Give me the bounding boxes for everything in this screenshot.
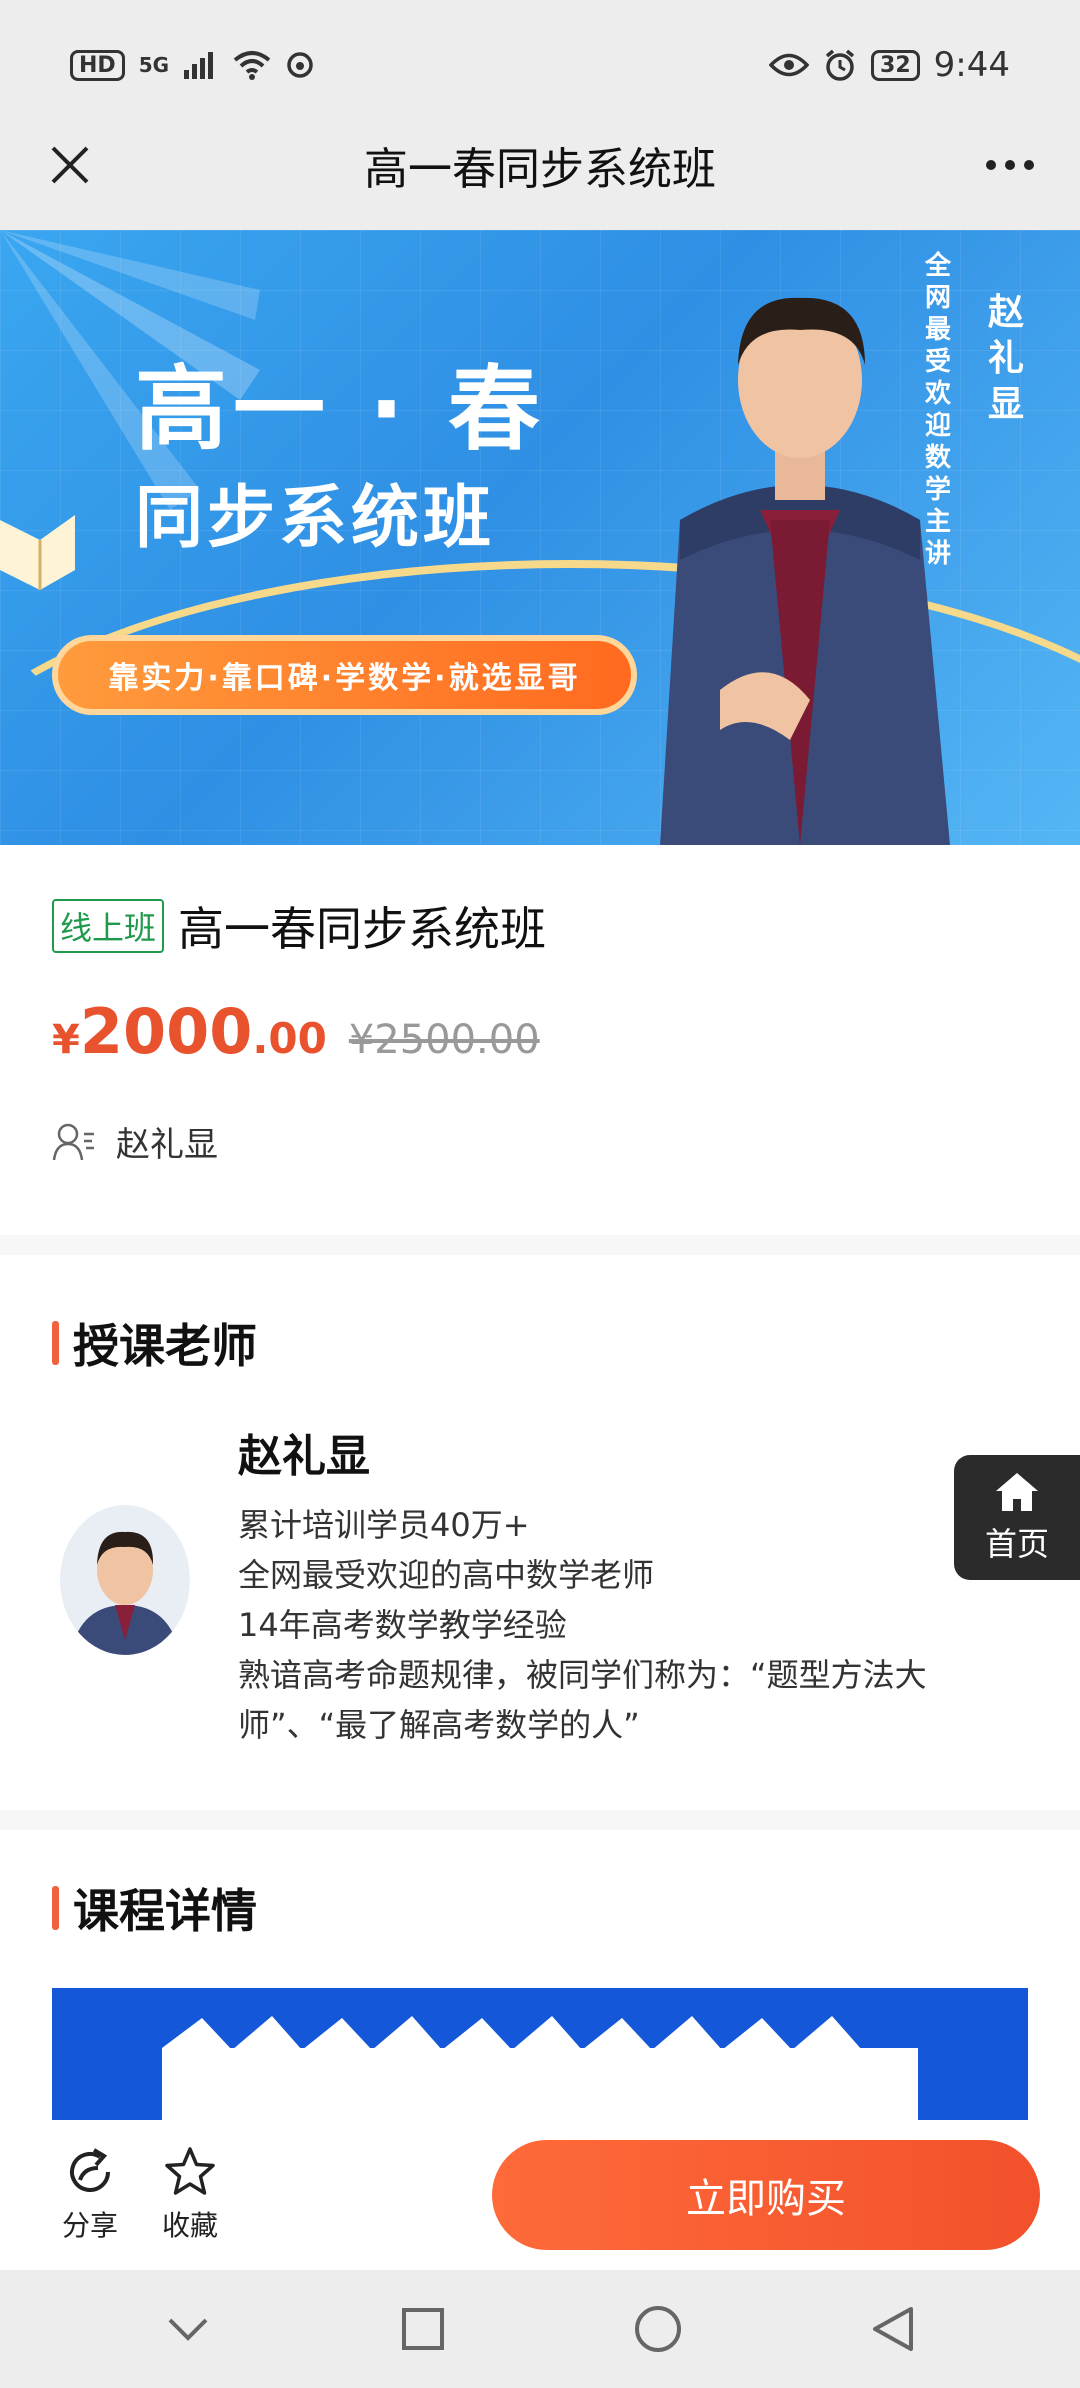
share-icon [70,2148,110,2192]
course-details-section: 课程详情 [0,1830,1080,2150]
teacher-section-header: 授课老师 [52,1310,257,1376]
section-accent-bar [52,1321,59,1365]
share-label: 分享 [61,2209,118,2242]
teacher-line: 14年高考数学教学经验 [238,1606,567,1644]
teacher-line: 累计培训学员40万+ [238,1506,530,1544]
course-teacher: 赵礼显 [52,1117,218,1166]
price-integer: 2000 [79,995,253,1068]
circle-icon [634,2306,681,2352]
home-float-button[interactable]: 首页 [954,1455,1080,1580]
home-label: 首页 [984,1524,1049,1563]
current-price: ¥2000.00 [52,995,327,1068]
course-banner: 高一 · 春 同步系统班 靠实力·靠口碑·学数学·就选显哥 赵礼显 全网最受欢迎… [0,230,1080,845]
title-bar: 高一春同步系统班 [0,100,1080,230]
teacher-section-title: 授课老师 [73,1319,257,1373]
hide-keyboard-button[interactable] [148,2289,228,2369]
page-title: 高一春同步系统班 [364,144,716,195]
alarm-icon [825,49,855,81]
status-right: 32 9:44 [769,45,1010,85]
network-label: 5G [138,53,170,77]
app-notification-icon [287,52,313,78]
teacher-avatar [60,1505,190,1655]
course-teacher-name: 赵礼显 [116,1125,218,1165]
favorite-button[interactable]: 收藏 [140,2146,240,2244]
home-icon [996,1472,1038,1511]
eye-icon [769,53,810,77]
teacher-line: 全网最受欢迎的高中数学老师 [238,1556,655,1594]
banner-tagline: 全网最受欢迎数学主讲 [924,251,951,569]
status-left: HD 5G [70,49,315,81]
course-info-card: 线上班 高一春同步系统班 ¥2000.00 ¥2500.00 赵礼显 [0,845,1080,1235]
course-title: 高一春同步系统班 [178,902,547,956]
square-icon [401,2308,444,2350]
class-type-badge: 线上班 [52,899,165,953]
price-currency: ¥ [52,1017,80,1063]
price-line: ¥2000.00 ¥2500.00 [52,995,540,1068]
back-triangle-icon [872,2307,913,2351]
bottom-action-bar: 分享 收藏 立即购买 [0,2120,1080,2270]
hd-badge: HD [70,49,125,81]
more-icon [986,160,1034,170]
original-price: ¥2500.00 [348,1017,540,1063]
wifi-icon [233,51,271,80]
star-icon [165,2147,215,2195]
banner-slogan: 靠实力·靠口碑·学数学·就选显哥 [52,635,637,715]
teacher-name: 赵礼显 [238,1431,370,1482]
system-navigation-bar [0,2270,1080,2388]
close-button[interactable] [30,125,110,205]
details-section-title: 课程详情 [73,1884,257,1938]
recents-button[interactable] [383,2289,463,2369]
price-decimal: .00 [252,1014,327,1063]
teacher-line: 熟谙高考命题规律，被同学们称为：“题型方法大师”、“最了解高考数学的人” [238,1656,927,1744]
home-system-button[interactable] [618,2289,698,2369]
share-button[interactable]: 分享 [40,2146,140,2244]
details-section-header: 课程详情 [52,1875,257,1941]
back-button[interactable] [853,2289,933,2369]
teacher-icon [52,1123,94,1160]
close-icon [51,146,89,184]
more-button[interactable] [970,125,1050,205]
banner-title: 高一 · 春 [135,356,547,463]
section-accent-bar [52,1886,59,1930]
buy-now-button[interactable]: 立即购买 [492,2140,1040,2250]
battery-indicator: 32 [871,49,920,81]
course-title-line: 线上班 高一春同步系统班 [52,893,546,959]
book-icon [0,515,75,590]
banner-subtitle: 同步系统班 [135,479,496,558]
favorite-label: 收藏 [161,2209,218,2242]
teacher-description: 累计培训学员40万+ 全网最受欢迎的高中数学老师 14年高考数学教学经验 熟谙高… [238,1500,978,1750]
teacher-section: 授课老师 赵礼显 累计培训学员40万+ 全网最受欢迎的高中数学老师 14年高考数… [0,1255,1080,1810]
banner-teacher-name: 赵礼显 [987,292,1024,425]
signal-icon [184,52,214,79]
chevron-down-icon [168,2318,207,2341]
clock: 9:44 [933,45,1010,85]
